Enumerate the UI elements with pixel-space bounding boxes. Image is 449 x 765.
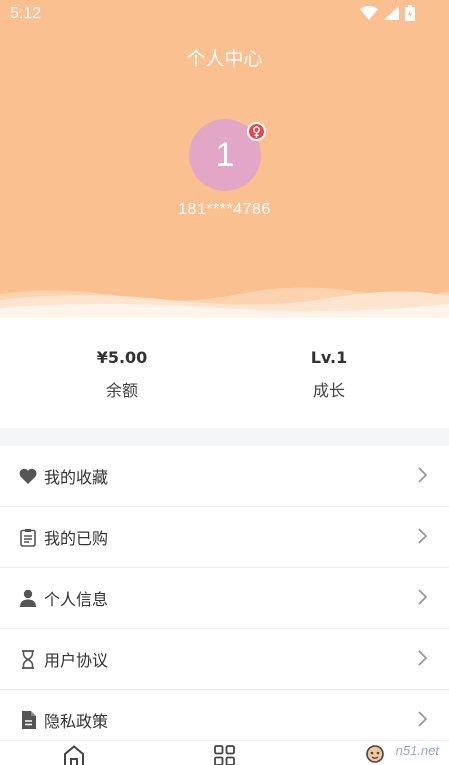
- section-divider: [0, 428, 449, 446]
- status-time: 5:12: [10, 5, 42, 22]
- menu-item-personal-info[interactable]: 个人信息: [0, 568, 449, 629]
- bottom-tab-bar: [0, 740, 449, 765]
- chevron-right-icon: [418, 528, 427, 544]
- menu-label: 隐私政策: [44, 712, 109, 731]
- menu-label: 我的收藏: [44, 468, 109, 487]
- menu-list: 我的收藏 我的已购 个人信息 用户协议 隐私政策: [0, 446, 449, 751]
- female-icon: [253, 125, 260, 138]
- status-bar: 5:12: [0, 0, 449, 30]
- heart-icon: [18, 466, 38, 486]
- growth-label: 成长: [312, 381, 345, 400]
- phone-number: 181****4786: [178, 201, 271, 218]
- hourglass-icon: [18, 649, 38, 669]
- page-title: 个人中心: [186, 48, 263, 70]
- chevron-right-icon: [418, 711, 427, 727]
- wifi-icon: [360, 6, 378, 20]
- clipboard-icon: [18, 527, 38, 547]
- watermark: n51.net: [395, 743, 439, 758]
- chevron-right-icon: [418, 467, 427, 483]
- battery-icon: [405, 5, 415, 21]
- wave-decoration: [0, 287, 449, 318]
- profile-header: 5:12 个人中心 1 181****4786: [0, 0, 449, 318]
- profile-icon[interactable]: [365, 745, 385, 765]
- menu-item-favorites[interactable]: 我的收藏: [0, 446, 449, 507]
- signal-icon: [384, 6, 399, 20]
- grid-icon[interactable]: [214, 745, 235, 765]
- chevron-right-icon: [418, 589, 427, 605]
- person-icon: [18, 588, 38, 608]
- document-icon: [18, 710, 38, 730]
- growth-value: Lv.1: [310, 348, 348, 367]
- menu-label: 用户协议: [44, 651, 109, 670]
- balance-value: ¥5.00: [96, 348, 148, 367]
- growth-stat[interactable]: Lv.1 成长: [229, 348, 429, 401]
- gender-badge: [247, 122, 266, 141]
- stats-panel: ¥5.00 余额 Lv.1 成长: [0, 318, 449, 428]
- menu-label: 个人信息: [44, 590, 109, 609]
- menu-label: 我的已购: [44, 529, 109, 548]
- menu-item-purchased[interactable]: 我的已购: [0, 507, 449, 568]
- balance-label: 余额: [105, 381, 138, 400]
- menu-item-user-agreement[interactable]: 用户协议: [0, 629, 449, 690]
- balance-stat[interactable]: ¥5.00 余额: [22, 348, 222, 401]
- chevron-right-icon: [418, 650, 427, 666]
- home-icon[interactable]: [63, 745, 85, 765]
- status-icons: [360, 5, 415, 21]
